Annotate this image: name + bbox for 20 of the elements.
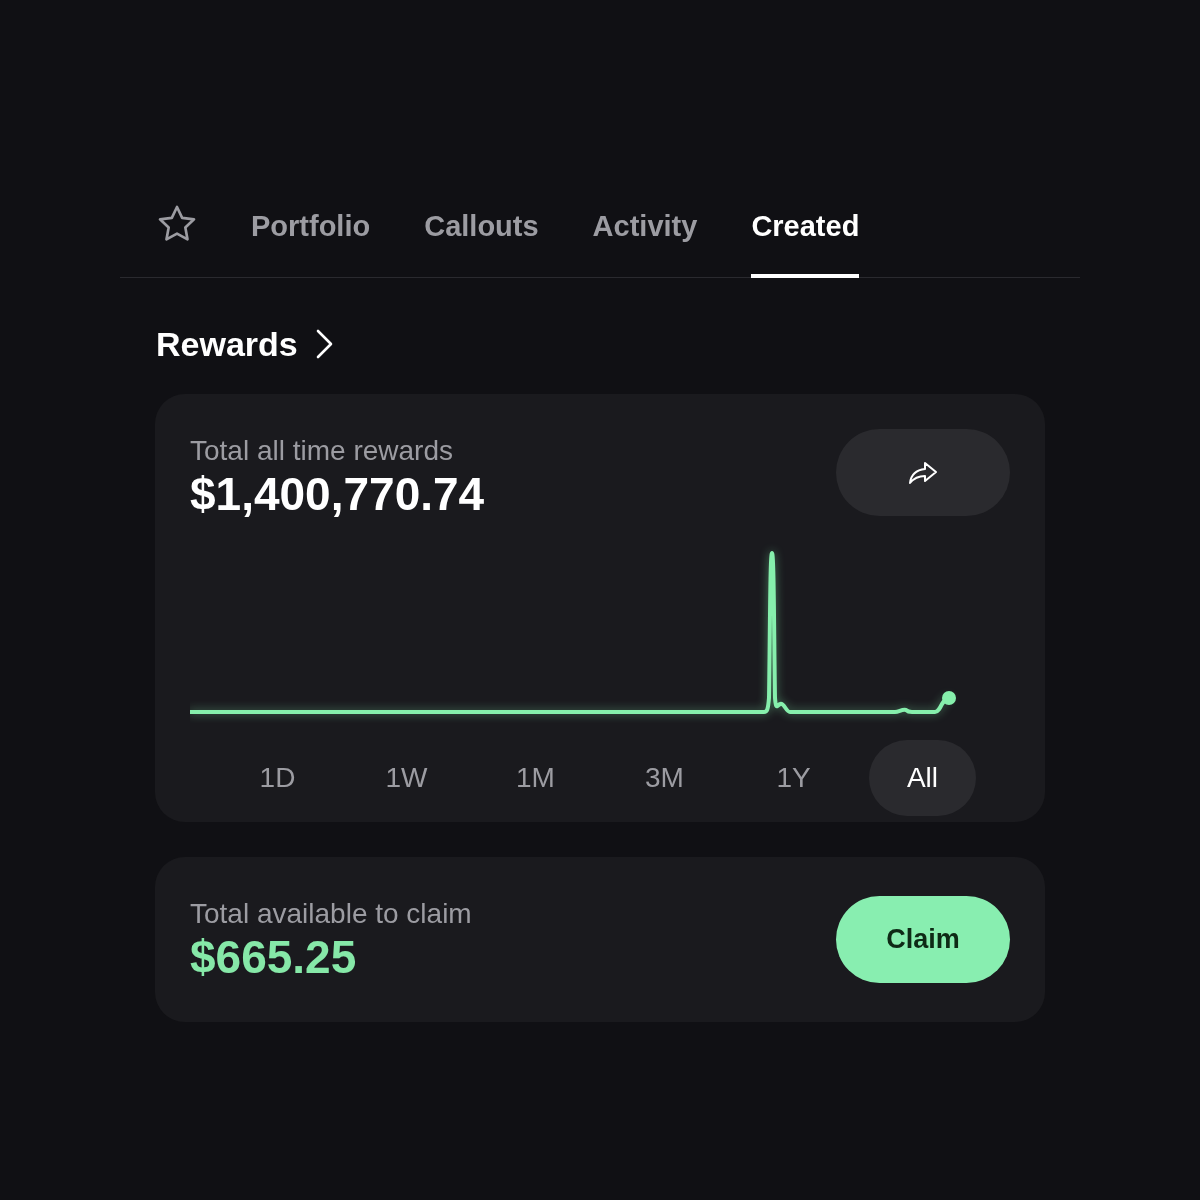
- timeframe-button[interactable]: 3M: [611, 740, 718, 816]
- chevron-right-icon[interactable]: [315, 329, 333, 359]
- rewards-amount: $1,400,770.74: [190, 468, 485, 520]
- tab[interactable]: Activity: [592, 209, 698, 278]
- share-icon: [908, 460, 938, 485]
- timeframe-button[interactable]: 1W: [353, 740, 460, 816]
- rewards-label: Total all time rewards: [190, 434, 454, 468]
- claim-label: Total available to claim: [190, 896, 472, 931]
- section-heading: Rewards: [156, 324, 298, 364]
- tab[interactable]: Portfolio: [251, 209, 371, 278]
- timeframe-button[interactable]: All: [869, 740, 976, 816]
- claim-button[interactable]: Claim: [836, 896, 1010, 983]
- claim-amount: $665.25: [190, 930, 358, 983]
- timeframe-button[interactable]: 1M: [482, 740, 589, 816]
- timeframe-button[interactable]: 1D: [224, 740, 331, 816]
- tab[interactable]: Callouts: [424, 209, 539, 278]
- tab[interactable]: Created: [751, 209, 860, 278]
- star-icon[interactable]: [157, 204, 197, 244]
- end-dot-icon: [942, 691, 956, 705]
- timeframe-button[interactable]: 1Y: [740, 740, 847, 816]
